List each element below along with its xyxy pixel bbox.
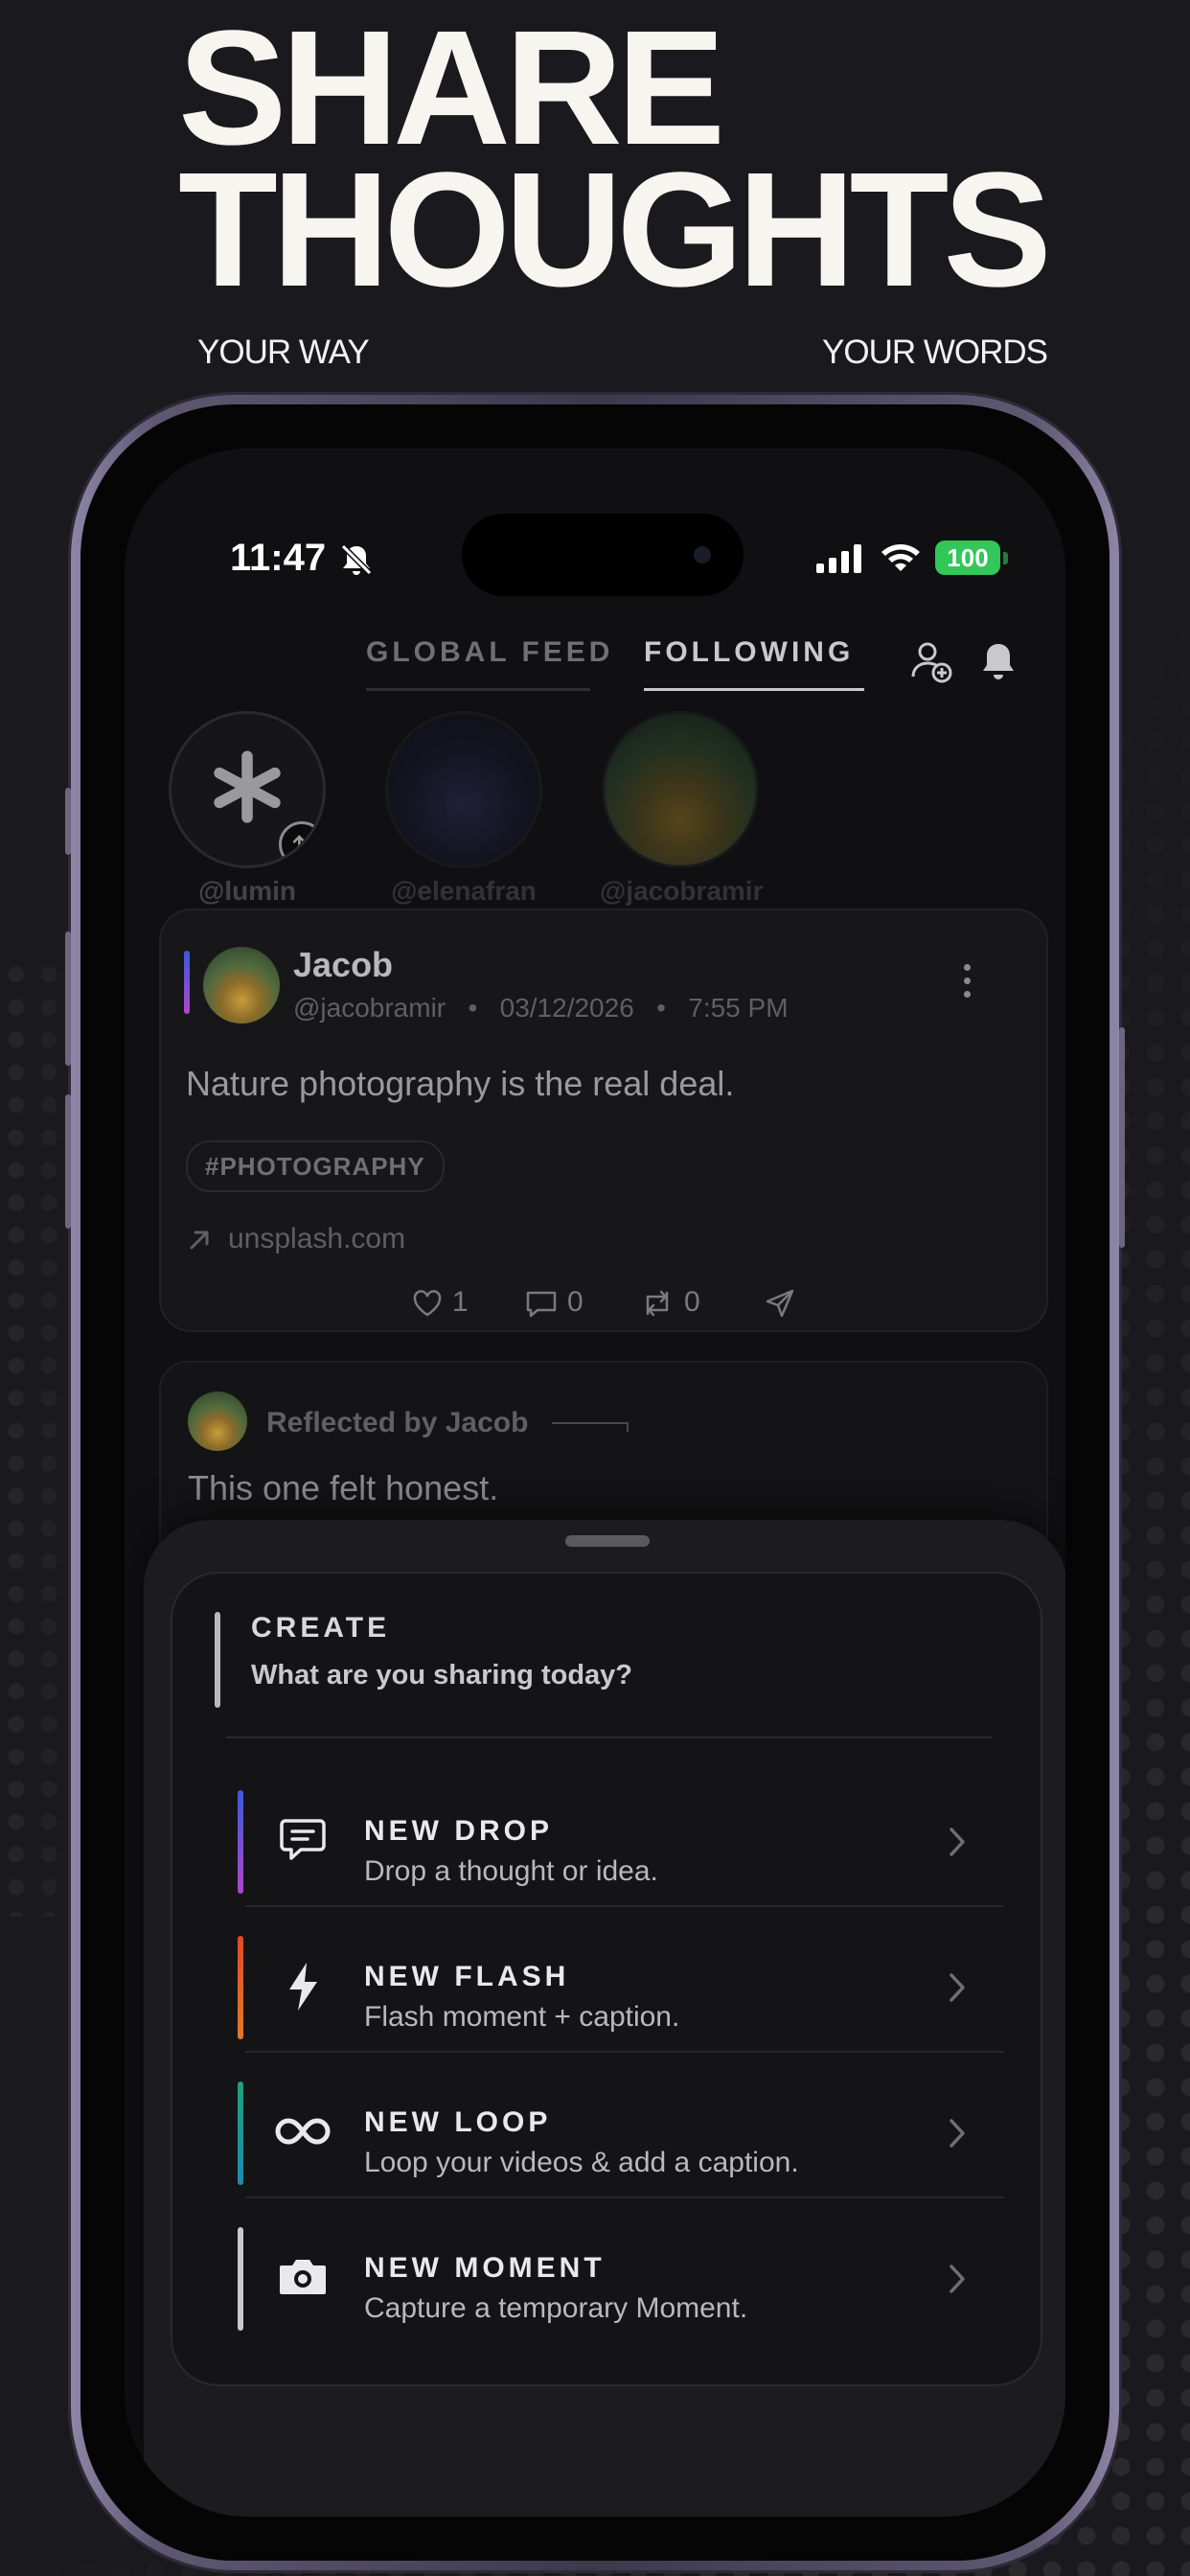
- story-lumin[interactable]: @lumin: [167, 711, 328, 907]
- avatar[interactable]: [188, 1392, 247, 1451]
- option-accent-bar: [238, 1936, 243, 2039]
- reflected-connector: [552, 1422, 629, 1432]
- option-title: NEW DROP: [364, 1815, 553, 1847]
- bell-icon[interactable]: [975, 638, 1021, 684]
- like-count: 1: [452, 1286, 469, 1318]
- tagline-left: YOUR WAY: [197, 334, 370, 371]
- sheet-grabber[interactable]: [565, 1535, 650, 1547]
- option-title: NEW FLASH: [364, 1961, 570, 1992]
- meta-separator: •: [641, 993, 681, 1023]
- post-meta: @jacobramir • 03/12/2026 • 7:55 PM: [293, 993, 789, 1024]
- bell-muted-icon: [340, 543, 373, 576]
- option-accent-bar: [238, 1790, 243, 1894]
- comment-count: 0: [567, 1286, 584, 1318]
- create-accent-bar: [215, 1612, 220, 1708]
- power-button: [1119, 1027, 1125, 1248]
- new-drop-option[interactable]: NEW DROP Drop a thought or idea.: [238, 1761, 1004, 1907]
- story-handle: @elenafran: [391, 876, 537, 906]
- story-avatar: [169, 711, 326, 868]
- create-divider: [226, 1736, 993, 1738]
- hero-title: SHARE THOUGHTS: [178, 0, 1052, 321]
- status-time: 11:47: [230, 537, 327, 579]
- option-title: NEW MOMENT: [364, 2252, 606, 2284]
- avatar[interactable]: [203, 947, 280, 1024]
- add-user-icon[interactable]: [908, 638, 954, 684]
- option-accent-bar: [238, 2227, 243, 2331]
- post-date: 03/12/2026: [499, 993, 634, 1023]
- meta-separator: •: [452, 993, 492, 1023]
- chevron-right-icon: [950, 2119, 965, 2148]
- like-button[interactable]: 1: [412, 1286, 469, 1319]
- more-options-icon[interactable]: [964, 964, 972, 1004]
- reflected-label: Reflected by Jacob: [266, 1407, 529, 1438]
- infinity-icon: [275, 2118, 331, 2145]
- story-jacobramir[interactable]: @jacobramir: [600, 711, 764, 907]
- comment-button[interactable]: 0: [525, 1286, 584, 1319]
- option-description: Loop your videos & add a caption.: [364, 2147, 799, 2178]
- new-moment-option[interactable]: NEW MOMENT Capture a temporary Moment.: [238, 2198, 1004, 2344]
- story-handle: @jacobramir: [600, 876, 764, 906]
- option-description: Capture a temporary Moment.: [364, 2292, 748, 2324]
- create-subtitle: What are you sharing today?: [251, 1660, 632, 1690]
- chevron-right-icon: [950, 1828, 965, 1856]
- post-accent-bar: [184, 951, 190, 1014]
- post-link-text: unsplash.com: [228, 1223, 406, 1254]
- volume-up-button: [65, 932, 71, 1066]
- wifi-icon: [881, 544, 920, 571]
- lightning-icon: [289, 1963, 317, 2011]
- battery-indicator: 100: [935, 540, 1000, 575]
- hero-title-line1: SHARE: [178, 0, 725, 179]
- chevron-right-icon: [950, 2265, 965, 2293]
- new-loop-option[interactable]: NEW LOOP Loop your videos & add a captio…: [238, 2053, 1004, 2198]
- tab-following[interactable]: FOLLOWING: [644, 636, 854, 669]
- phone-frame: 11:47 100 GLOBAL FEED FOLLOWING @lumin @…: [65, 395, 1125, 2570]
- volume-down-button: [65, 1094, 71, 1229]
- message-icon: [280, 1819, 326, 1860]
- option-accent-bar: [238, 2082, 243, 2185]
- post-author-name[interactable]: Jacob: [293, 945, 393, 985]
- post-card[interactable]: Jacob @jacobramir • 03/12/2026 • 7:55 PM…: [159, 908, 1048, 1332]
- post-text: Nature photography is the real deal.: [186, 1064, 735, 1103]
- phone-bezel: 11:47 100 GLOBAL FEED FOLLOWING @lumin @…: [80, 404, 1110, 2561]
- story-avatar: [602, 711, 759, 868]
- repost-count: 0: [684, 1286, 700, 1318]
- create-panel: CREATE What are you sharing today? NEW D…: [171, 1572, 1042, 2386]
- action-button: [65, 788, 71, 855]
- tab-global-underline: [366, 688, 590, 691]
- comment-icon: [526, 1291, 557, 1318]
- create-bottom-sheet: CREATE What are you sharing today? NEW D…: [144, 1520, 1065, 2517]
- camera-icon: [280, 2260, 326, 2294]
- arrow-up-icon: [292, 835, 306, 851]
- story-handle: @lumin: [198, 876, 296, 906]
- phone-screen: 11:47 100 GLOBAL FEED FOLLOWING @lumin @…: [125, 448, 1065, 2517]
- battery-cap: [1003, 552, 1008, 564]
- post-handle[interactable]: @jacobramir: [293, 993, 446, 1023]
- repost-button[interactable]: 0: [640, 1286, 700, 1319]
- tab-following-underline: [644, 688, 864, 691]
- repost-icon: [646, 1290, 669, 1317]
- tab-global-feed[interactable]: GLOBAL FEED: [366, 636, 613, 669]
- reflected-post-text: This one felt honest.: [188, 1468, 499, 1507]
- story-avatar: [385, 711, 542, 868]
- option-description: Drop a thought or idea.: [364, 1855, 658, 1887]
- post-link[interactable]: unsplash.com: [186, 1223, 405, 1255]
- tagline-right: YOUR WORDS: [822, 334, 1048, 371]
- hero-title-line2: THOUGHTS: [178, 139, 1052, 321]
- send-icon: [766, 1289, 794, 1318]
- post-time: 7:55 PM: [688, 993, 789, 1023]
- option-description: Flash moment + caption.: [364, 2001, 680, 2033]
- hashtag-chip[interactable]: #PHOTOGRAPHY: [186, 1140, 445, 1192]
- new-flash-option[interactable]: NEW FLASH Flash moment + caption.: [238, 1907, 1004, 2053]
- heart-icon: [413, 1290, 442, 1317]
- dynamic-island: [462, 514, 744, 596]
- front-camera: [694, 546, 711, 564]
- cellular-signal-icon: [816, 544, 861, 573]
- share-button[interactable]: [765, 1286, 805, 1319]
- option-title: NEW LOOP: [364, 2106, 552, 2138]
- arrow-up-right-icon: [190, 1230, 209, 1250]
- upload-badge[interactable]: [279, 821, 323, 865]
- create-title: CREATE: [251, 1612, 391, 1644]
- chevron-right-icon: [950, 1973, 965, 2002]
- story-elenafran[interactable]: @elenafran: [383, 711, 544, 907]
